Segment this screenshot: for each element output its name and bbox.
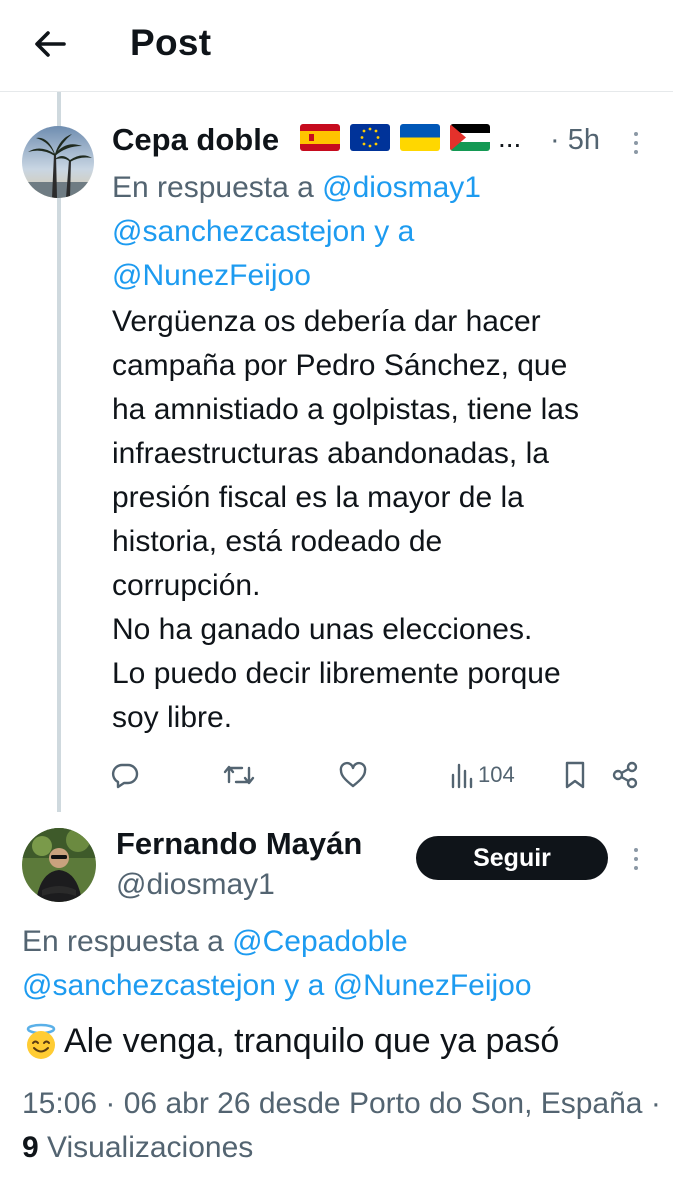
views-count[interactable]: 9 (22, 1131, 39, 1164)
page-title: Post (130, 22, 212, 63)
mention-link[interactable]: @sanchezcastejon (112, 215, 366, 248)
mention-link[interactable]: @NunezFeijoo (112, 259, 311, 292)
replying-prefix: En respuesta a (22, 925, 224, 958)
author-handle[interactable]: @diosmay1 (116, 868, 275, 902)
timestamp[interactable]: · 5h (550, 124, 600, 157)
post-time[interactable]: 15:06 (22, 1087, 97, 1120)
replying-to: En respuesta a @Cepadoble @sanchezcastej… (22, 920, 662, 1008)
mention-link[interactable]: @Cepadoble (232, 925, 408, 958)
like-icon[interactable] (338, 758, 368, 792)
views-label[interactable]: Visualizaciones (47, 1131, 253, 1164)
tweet-text: Vergüenza os debería dar hacer campaña p… (112, 300, 662, 740)
tweet-text-line: corrupción. (112, 569, 261, 602)
tweet-text-line: campaña por Pedro Sánchez, que (112, 349, 568, 382)
follow-button[interactable]: Seguir (416, 836, 608, 880)
top-bar: Post (0, 0, 673, 92)
bookmark-icon[interactable] (562, 758, 588, 792)
eu-flag-icon (350, 124, 390, 151)
mention-link[interactable]: @diosmay1 (322, 171, 481, 204)
name-truncation: ... (498, 122, 522, 153)
spain-flag-icon (300, 124, 340, 151)
mention-connector: y a (374, 215, 415, 248)
tweet-text-line: Lo puedo decir libremente porque (112, 657, 561, 690)
repost-icon[interactable] (222, 758, 256, 792)
avatar[interactable] (22, 828, 96, 902)
tweet-actions: 104 (0, 758, 673, 792)
back-arrow-icon[interactable] (30, 24, 70, 64)
mention-link[interactable]: @sanchezcastejon (22, 969, 276, 1002)
replying-to: En respuesta a @diosmay1 @sanchezcastejo… (112, 166, 652, 298)
tweet-text-line: Vergüenza os debería dar hacer (112, 305, 541, 338)
tweet-text: Ale venga, tranquilo que ya pasó (22, 1022, 559, 1061)
share-icon[interactable] (610, 758, 640, 792)
more-options-icon[interactable] (634, 848, 640, 870)
tweet-text-line: presión fiscal es la mayor de la (112, 481, 524, 514)
palestine-flag-icon (450, 124, 490, 151)
tweet-text-body: Ale venga, tranquilo que ya pasó (64, 1022, 560, 1060)
tweet-text-line: soy libre. (112, 701, 233, 734)
tweet-metadata: 15:06 · 06 abr 26 desde Porto do Son, Es… (22, 1087, 661, 1164)
tweet-text-line: No ha ganado unas elecciones. (112, 613, 533, 646)
tweet-text-line: infraestructuras abandonadas, la (112, 437, 549, 470)
avatar[interactable] (22, 126, 94, 198)
views-count: 104 (478, 762, 515, 787)
reply-icon[interactable] (110, 758, 140, 792)
replying-prefix: En respuesta a (112, 171, 314, 204)
tweet-text-line: ha amnistiado a golpistas, tiene las (112, 393, 579, 426)
smiling-face-with-halo-icon (26, 1023, 56, 1059)
author-name[interactable]: Fernando Mayán (116, 826, 362, 862)
main-tweet: Fernando Mayán @diosmay1 Seguir En respu… (0, 812, 673, 1200)
tweet-text-line: historia, está rodeado de (112, 525, 443, 558)
views-button[interactable]: 104 (450, 758, 515, 792)
ukraine-flag-icon (400, 124, 440, 151)
reply-tweet[interactable]: Cepa doble ... · 5h En respuesta a @dios… (0, 92, 673, 812)
mention-link[interactable]: @NunezFeijoo (333, 969, 532, 1002)
author-name[interactable]: Cepa doble (112, 122, 279, 158)
flag-emojis (300, 124, 490, 151)
more-options-icon[interactable] (634, 132, 640, 154)
post-date[interactable]: 06 abr 26 (124, 1087, 251, 1120)
views-icon (451, 763, 473, 789)
post-source: desde Porto do Son, España (258, 1087, 643, 1120)
mention-connector: y a (284, 969, 325, 1002)
